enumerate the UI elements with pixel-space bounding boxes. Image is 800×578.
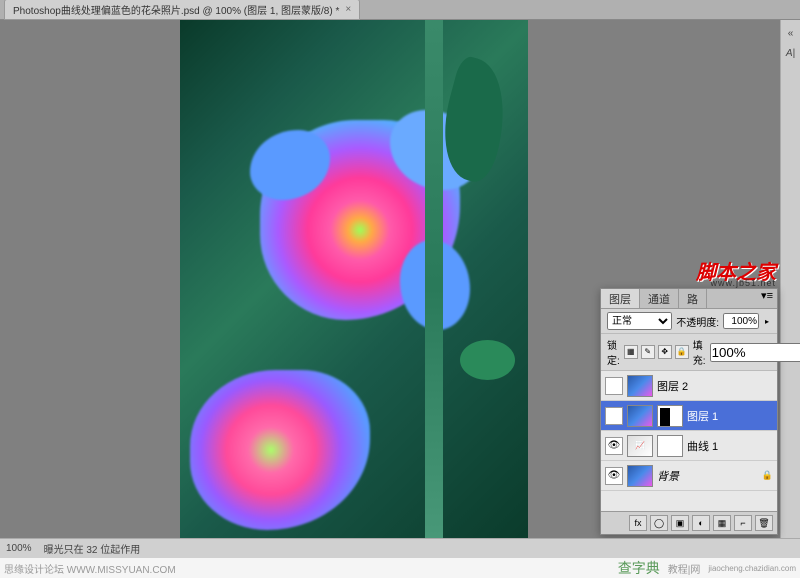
lock-buttons: ▦ ✎ ✥ 🔒 [624, 345, 689, 359]
lock-all-icon[interactable]: 🔒 [675, 345, 689, 359]
lock-icon: 🔒 [762, 470, 773, 481]
group-button[interactable]: ▦ [713, 515, 731, 531]
layer-mask-thumbnail[interactable] [657, 405, 683, 427]
watermark-forum: 思缘设计论坛 WWW.MISSYUAN.COM [4, 561, 176, 576]
tab-paths[interactable]: 路 [679, 289, 707, 308]
layer-mask-thumbnail[interactable] [657, 435, 683, 457]
close-icon[interactable]: × [345, 4, 351, 15]
opacity-input[interactable] [723, 313, 759, 329]
adjustment-thumbnail[interactable]: 📈 [627, 435, 653, 457]
lock-label: 锁定: [607, 337, 620, 367]
lock-transparent-icon[interactable]: ▦ [624, 345, 638, 359]
layer-name[interactable]: 背景 [657, 468, 679, 484]
blend-opacity-row: 正常 不透明度: ▸ [601, 309, 777, 334]
layer-name[interactable]: 曲线 1 [687, 438, 718, 454]
watermark-footer: 查字典 教程|网 jiaocheng.chazidian.com [618, 558, 796, 578]
text-tool-icon[interactable]: A| [783, 46, 799, 62]
bud [460, 340, 515, 380]
watermark-brand-url: www.jb51.net [710, 278, 776, 288]
visibility-toggle[interactable]: 👁 [605, 467, 623, 485]
tab-layers[interactable]: 图层 [601, 289, 640, 308]
layer-mask-button[interactable]: ▣ [671, 515, 689, 531]
collapse-icon[interactable]: « [783, 26, 799, 42]
layers-footer: fx ◯ ▣ ◐ ▦ ⌐ 🗑 [601, 511, 777, 534]
adjustment-layer-button[interactable]: ◐ [692, 515, 710, 531]
layer-name[interactable]: 图层 2 [657, 378, 688, 394]
layer-thumbnail[interactable] [627, 405, 653, 427]
new-layer-button[interactable]: ⌐ [734, 515, 752, 531]
tab-channels[interactable]: 通道 [640, 289, 679, 308]
document-tab-bar: Photoshop曲线处理偏蓝色的花朵照片.psd @ 100% (图层 1, … [0, 0, 800, 20]
lock-position-icon[interactable]: ✥ [658, 345, 672, 359]
zoom-level[interactable]: 100% [6, 543, 32, 554]
watermark-brand2-url: jiaocheng.chazidian.com [708, 564, 796, 573]
flower-main [240, 100, 480, 340]
fill-label: 填充: [693, 337, 706, 367]
layer-row[interactable]: 👁 📈 曲线 1 [601, 431, 777, 461]
layer-thumbnail[interactable] [627, 375, 653, 397]
layer-thumbnail[interactable] [627, 465, 653, 487]
visibility-toggle[interactable]: 👁 [605, 407, 623, 425]
layer-style-button[interactable]: ◯ [650, 515, 668, 531]
layers-panel: 图层 通道 路 ▾≡ 正常 不透明度: ▸ 锁定: ▦ ✎ ✥ 🔒 填充: ▸ … [600, 288, 778, 535]
status-info: 曝光只在 32 位起作用 [44, 541, 141, 556]
tab-title: Photoshop曲线处理偏蓝色的花朵照片.psd @ 100% (图层 1, … [13, 2, 339, 17]
visibility-toggle[interactable]: 👁 [605, 437, 623, 455]
lock-fill-row: 锁定: ▦ ✎ ✥ 🔒 填充: ▸ [601, 334, 777, 371]
layer-name[interactable]: 图层 1 [687, 408, 718, 424]
fill-input[interactable] [710, 343, 800, 362]
layer-list: 图层 2 👁 图层 1 👁 📈 曲线 1 👁 背景 🔒 [601, 371, 777, 511]
watermark-brand2: 查字典 [618, 558, 660, 578]
delete-layer-button[interactable]: 🗑 [755, 515, 773, 531]
stem [425, 20, 443, 554]
opacity-label: 不透明度: [676, 314, 719, 329]
opacity-dropdown-icon[interactable]: ▸ [763, 317, 771, 326]
status-bar: 100% 曝光只在 32 位起作用 [0, 538, 800, 558]
layer-row[interactable]: 👁 图层 1 [601, 401, 777, 431]
blend-mode-select[interactable]: 正常 [607, 312, 672, 330]
panel-tabs: 图层 通道 路 ▾≡ [601, 289, 777, 309]
layer-row[interactable]: 👁 背景 🔒 [601, 461, 777, 491]
layer-row[interactable]: 图层 2 [601, 371, 777, 401]
panel-menu-icon[interactable]: ▾≡ [757, 289, 777, 308]
link-layers-button[interactable]: fx [629, 515, 647, 531]
flower-secondary [180, 360, 380, 540]
visibility-toggle[interactable] [605, 377, 623, 395]
right-dock: « A| [780, 20, 800, 558]
document-tab[interactable]: Photoshop曲线处理偏蓝色的花朵照片.psd @ 100% (图层 1, … [4, 0, 360, 20]
document-image[interactable] [180, 20, 528, 554]
watermark-brand2-sub: 教程|网 [668, 561, 701, 576]
lock-pixels-icon[interactable]: ✎ [641, 345, 655, 359]
